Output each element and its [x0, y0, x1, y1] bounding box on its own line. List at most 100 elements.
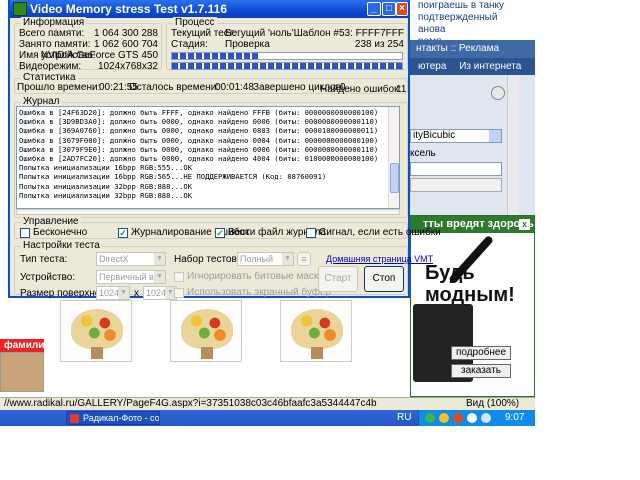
browser-icon: [70, 414, 79, 423]
speaker-icon[interactable]: [481, 413, 491, 423]
device-label: Устройство:: [20, 272, 76, 283]
infinite-label[interactable]: Бесконечно: [33, 227, 87, 239]
start-button: Старт: [318, 266, 358, 292]
homepage-link[interactable]: Домашняя страница VMT: [326, 254, 433, 264]
surface-height-select: 1024 ▼: [143, 286, 177, 300]
surface-width-select: 1024 ▼: [96, 286, 130, 300]
ad-headline: Будь модным!: [425, 262, 515, 306]
desktop-screen: поиграешь в танку подтвержденный анова р…: [0, 0, 640, 480]
log-line: Ошибка в [3079F000]: должно быть 0000, о…: [19, 135, 379, 145]
page-nav-secondary: ютера Из интернета: [410, 58, 535, 75]
video-mode-value: 1024x768x32: [97, 61, 158, 72]
gallery-thumbnail[interactable]: [170, 300, 242, 362]
log-line: Ошибка в [3D9BD3A0]: должно быть 0000, о…: [19, 117, 379, 127]
taskbar-item-label: Радикал-Фото - соз...: [83, 413, 160, 423]
close-button[interactable]: ×: [396, 2, 408, 16]
settings-group-label: Настройки теста: [21, 240, 102, 252]
stop-button[interactable]: Стоп: [364, 266, 404, 292]
taskbar-item-browser[interactable]: Радикал-Фото - соз...: [66, 411, 160, 425]
page-select-value: ityBicubic: [413, 130, 456, 141]
stage-label: Стадия:: [171, 39, 208, 50]
stage-progress-bar: [171, 52, 403, 60]
page-nav-contacts[interactable]: нтакты :: Реклама: [410, 40, 535, 58]
log-line: Ошибка в [369A0760]: должно быть 0000, о…: [19, 126, 379, 136]
page-text-line[interactable]: подтвержденный: [418, 12, 535, 24]
total-progress-bar: [171, 62, 403, 70]
errors-label: Найдено ошибок:: [320, 84, 402, 95]
ad-order-button[interactable]: заказать: [451, 364, 511, 378]
scrollbar-thumb[interactable]: [390, 163, 399, 193]
surface-width-value: 1024: [99, 288, 120, 298]
edit-test-set-button: ≡: [297, 252, 311, 266]
log-file-checkbox[interactable]: ✓: [215, 228, 225, 238]
page-search-button[interactable]: [491, 86, 505, 100]
page-input-disabled: [410, 178, 502, 192]
chevron-down-icon: ▼: [154, 253, 165, 265]
gallery-thumbnail[interactable]: [60, 300, 132, 362]
test-set-value: Полный: [240, 254, 273, 264]
tray-icon[interactable]: [467, 413, 477, 423]
ad-banner[interactable]: тты вредят здоровью x Будь модным! подро…: [410, 215, 535, 397]
stage-progress-fill: [172, 53, 260, 59]
ad-more-button[interactable]: подробнее: [451, 346, 511, 360]
clock: 9:07: [505, 412, 525, 423]
remaining-label: Осталось времени:: [129, 82, 220, 93]
log-line: Ошибка в [2AD7FC20]: должно быть 0000, о…: [19, 153, 379, 163]
taskbar: Радикал-Фото - соз... RU 9:07: [0, 410, 535, 426]
avatar[interactable]: [0, 352, 44, 392]
page-text-line[interactable]: анова: [418, 24, 535, 36]
log-errors-checkbox[interactable]: ✓: [118, 228, 128, 238]
page-nav-item[interactable]: ютера: [418, 61, 446, 72]
window-title-bar[interactable]: Video Memory stress Test v1.7.116 _ □ ×: [10, 0, 408, 18]
screen-buffer-label: Использовать экранный буфер: [187, 287, 332, 298]
test-type-label: Тип теста:: [20, 254, 68, 265]
window-title: Video Memory stress Test v1.7.116: [30, 2, 227, 16]
fruit-bouquet-image: [181, 309, 233, 349]
app-icon: [13, 2, 27, 16]
beep-checkbox[interactable]: [306, 228, 316, 238]
tray-icon[interactable]: [425, 413, 435, 423]
browser-status-bar: //www.radikal.ru/GALLERY/PageF4G.aspx?i=…: [0, 397, 535, 410]
page-input[interactable]: [410, 162, 502, 176]
beep-label[interactable]: Сигнал, если есть ошибки: [319, 227, 441, 239]
log-line: Попытка инициализации 16bpp RGB:555...OK: [19, 163, 193, 173]
elapsed-label: Прошло времени:: [17, 82, 101, 93]
log-horizontal-scrollbar[interactable]: [16, 209, 400, 215]
test-type-select: DirectX ▼: [96, 252, 166, 266]
test-set-label: Набор тестов:: [174, 254, 240, 265]
log-textbox[interactable]: Ошибка в [24F63D20]: должно быть FFFF, о…: [16, 106, 400, 209]
chevron-down-icon: ▼: [118, 287, 129, 299]
surface-height-value: 1024: [146, 288, 167, 298]
errors-value: 11: [396, 84, 407, 95]
familii-label[interactable]: фамилии: [0, 339, 51, 352]
screen-buffer-checkbox: [174, 288, 184, 298]
status-url: //www.radikal.ru/GALLERY/PageF4G.aspx?i=…: [4, 398, 377, 409]
ignore-bits-checkbox: [174, 272, 184, 282]
log-line: Ошибка в [24F63D20]: должно быть FFFF, о…: [19, 108, 379, 117]
maximize-button[interactable]: □: [382, 2, 396, 16]
fruit-bouquet-image: [71, 309, 123, 349]
minimize-button[interactable]: _: [367, 2, 381, 16]
language-indicator[interactable]: RU: [397, 410, 411, 426]
page-text-line: поиграешь в танку: [418, 0, 505, 11]
bouquet-stand: [91, 347, 103, 359]
bouquet-stand: [311, 347, 323, 359]
stage-counter: 238 из 254: [354, 39, 404, 50]
log-vertical-scrollbar[interactable]: [388, 107, 399, 208]
stage-value: Проверка: [225, 39, 270, 50]
infinite-checkbox[interactable]: [20, 228, 30, 238]
tray-icon[interactable]: [439, 413, 449, 423]
ad-close-icon[interactable]: x: [519, 219, 530, 230]
chevron-down-icon: ▼: [154, 271, 165, 283]
total-progress-fill: [172, 63, 402, 69]
fruit-bouquet-image: [291, 309, 343, 349]
gallery-thumbnail[interactable]: [280, 300, 352, 362]
tray-icon[interactable]: [453, 413, 463, 423]
log-line: Попытка инициализации 32bpp RGB:888...OK: [19, 190, 193, 200]
page-nav-item[interactable]: Из интернета: [459, 61, 521, 72]
page-resample-select[interactable]: ityBicubic: [410, 129, 502, 143]
status-zoom[interactable]: Вид (100%): [466, 398, 519, 410]
page-scrollbar[interactable]: [507, 75, 519, 215]
log-line: Ошибка в [3079F9E0]: должно быть 0000, о…: [19, 144, 379, 154]
info-group: Информация Всего памяти: 1 064 300 288 З…: [14, 17, 162, 72]
